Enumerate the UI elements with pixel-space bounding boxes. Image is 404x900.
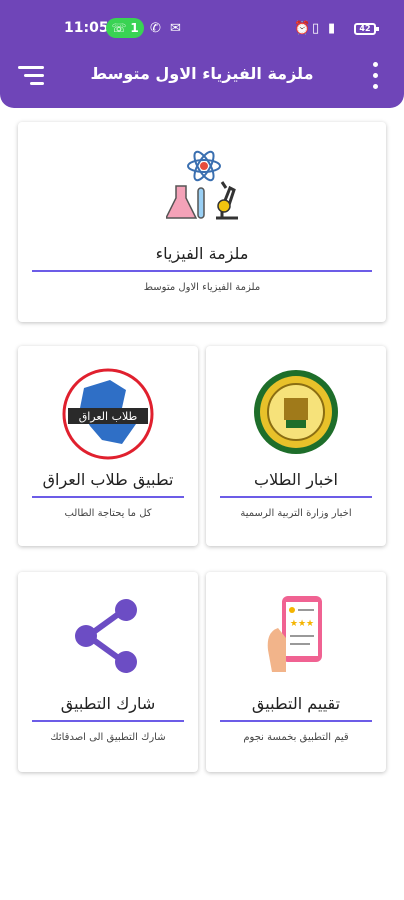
share-app-card[interactable]: شارك التطبيق شارك التطبيق الى اصدقائك [18,572,198,772]
signal-icon: ▮ [328,21,336,36]
call-icon: ☏ [111,21,127,35]
share-icon [70,596,146,676]
iraq-students-app-card[interactable]: طلاب العراق تطبيق طلاب العراق كل ما يحتا… [18,346,198,546]
status-bar: 11:05 ☏ 1 ✆ ✉ ⏰ ▯ ▮ 42 [0,10,404,46]
science-lab-icon [164,148,242,224]
share-app-title: شارك التطبيق [60,694,156,713]
battery-icon: 42 [354,23,379,35]
iraq-logo-text: طلاب العراق [79,410,138,423]
rate-phone-icon: ★★★ [264,592,334,674]
share-app-subtitle: شارك التطبيق الى اصدقائك [50,732,166,743]
divider [32,496,184,498]
ministry-logo-icon [252,368,340,456]
rate-app-title: تقييم التطبيق [251,694,341,713]
iraq-students-app-title: تطبيق طلاب العراق [42,470,174,489]
iraq-map-icon: طلاب العراق [62,368,154,460]
divider [220,720,372,722]
students-news-card[interactable]: اخبار الطلاب اخبار وزارة التربية الرسمية [206,346,386,546]
vibrate-icon: ▯ [312,21,320,36]
divider [32,270,372,272]
alarm-icon: ⏰ [294,21,311,36]
physics-booklet-card[interactable]: ملزمة الفيزياء ملزمة الفيزياء الاول متوس… [18,122,386,322]
svg-text:★★★: ★★★ [290,619,314,629]
rate-app-card[interactable]: ★★★ تقييم التطبيق قيم التطبيق بخمسة نجوم [206,572,386,772]
whatsapp-icon: ✆ [150,21,161,36]
iraq-students-app-subtitle: كل ما يحتاجة الطالب [64,508,152,519]
students-news-title: اخبار الطلاب [254,470,338,489]
divider [220,496,372,498]
menu-icon[interactable] [16,66,44,86]
physics-booklet-title: ملزمة الفيزياء [155,244,249,263]
page-title: ملزمة الفيزياء الاول متوسط [90,64,314,83]
physics-booklet-subtitle: ملزمة الفيزياء الاول متوسط [143,282,261,293]
call-badge-count: 1 [130,21,139,35]
battery-level: 42 [359,24,371,33]
students-news-subtitle: اخبار وزارة التربية الرسمية [240,508,352,519]
rate-app-subtitle: قيم التطبيق بخمسة نجوم [243,732,349,743]
mail-icon: ✉ [170,21,181,36]
call-badge: ☏ 1 [106,18,144,38]
status-time: 11:05 [64,20,109,36]
app-bar: 11:05 ☏ 1 ✆ ✉ ⏰ ▯ ▮ 42 ملزمة الفيزياء ال… [0,0,404,108]
more-vert-icon[interactable] [368,62,382,90]
divider [32,720,184,722]
